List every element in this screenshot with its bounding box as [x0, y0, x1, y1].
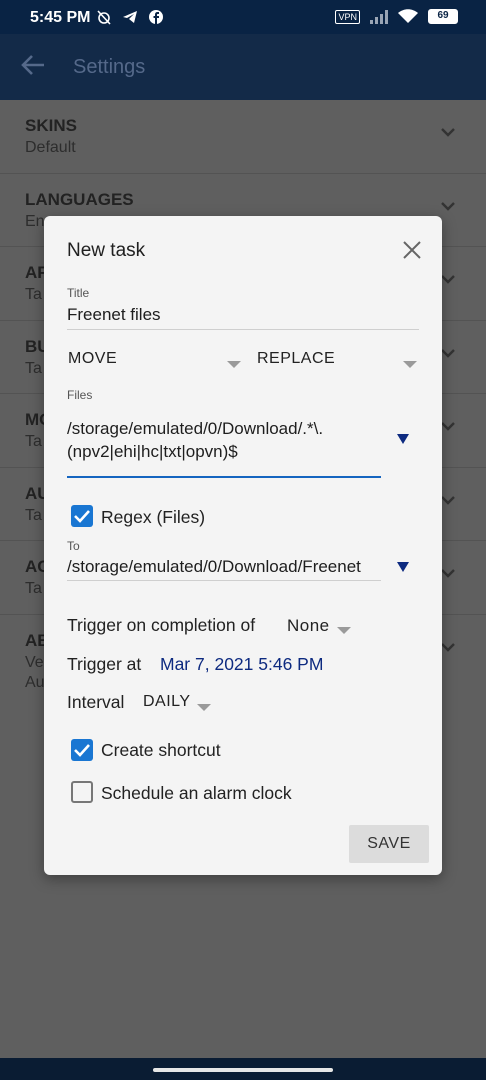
chevron-down-icon	[441, 569, 455, 578]
to-underline	[67, 580, 381, 581]
save-button[interactable]: SAVE	[349, 825, 429, 863]
trigger-completion-spinner[interactable]: None	[287, 616, 330, 636]
setting-subtitle: Default	[25, 139, 76, 156]
setting-title: LANGUAGES	[25, 189, 134, 209]
mode-dropdown-icon	[403, 361, 417, 368]
back-arrow-icon[interactable]	[18, 50, 52, 84]
chevron-down-icon	[441, 422, 455, 431]
trigger-at-label: Trigger at	[67, 654, 142, 674]
dialog-title: New task	[67, 240, 146, 261]
app-bar: Settings	[0, 34, 486, 100]
action-spinner[interactable]: MOVE	[68, 350, 117, 368]
status-left-icons	[96, 9, 164, 26]
chevron-down-icon	[441, 275, 455, 284]
status-time: 5:45 PM	[30, 9, 91, 26]
files-input-line2[interactable]: (npv2|ehi|hc|txt|opvn)$	[67, 442, 382, 462]
vpn-badge: VPN	[335, 9, 360, 24]
regex-checkbox[interactable]	[71, 505, 93, 527]
action-dropdown-icon	[227, 361, 241, 368]
navigation-bar	[0, 1058, 486, 1080]
chevron-down-icon	[441, 642, 455, 652]
setting-subtitle-2: Au	[25, 673, 45, 691]
trigger-completion-dropdown-icon	[337, 627, 351, 634]
files-field-label: Files	[67, 388, 93, 402]
mode-spinner[interactable]: REPLACE	[257, 350, 335, 368]
files-dropdown-icon[interactable]	[397, 434, 409, 444]
to-field-label: To	[67, 539, 80, 553]
signal-icon	[370, 9, 388, 24]
status-bar: 5:45 PM VPN 69	[0, 0, 486, 34]
interval-spinner[interactable]: DAILY	[143, 693, 191, 711]
home-gesture-pill[interactable]	[153, 1068, 333, 1072]
interval-dropdown-icon	[197, 704, 211, 711]
title-underline	[67, 329, 419, 330]
title-field-label: Title	[67, 286, 90, 300]
alarm-off-icon	[97, 10, 111, 25]
setting-subtitle: Ta	[25, 580, 42, 597]
to-input[interactable]: /storage/emulated/0/Download/Freenet	[67, 557, 381, 577]
app-title: Settings	[73, 56, 146, 78]
chevron-down-icon	[441, 495, 455, 505]
chevron-down-icon	[441, 128, 455, 137]
create-shortcut-label: Create shortcut	[101, 740, 221, 760]
to-dropdown-icon[interactable]	[397, 562, 409, 572]
trigger-at-date[interactable]: Mar 7, 2021 5:46 PM	[160, 654, 323, 675]
setting-subtitle: Ta	[25, 506, 42, 524]
setting-subtitle: Ta	[25, 433, 42, 450]
create-shortcut-checkbox[interactable]	[71, 739, 93, 761]
telegram-icon	[122, 11, 137, 23]
interval-label: Interval	[67, 692, 125, 712]
status-right: VPN 69	[335, 9, 458, 24]
setting-subtitle: En	[25, 212, 45, 230]
wifi-icon	[398, 9, 418, 23]
schedule-alarm-label: Schedule an alarm clock	[101, 783, 292, 803]
setting-title: SKINS	[25, 116, 77, 135]
chevron-down-icon	[441, 348, 455, 358]
chevron-down-icon	[441, 201, 455, 211]
setting-subtitle: Ve	[25, 653, 44, 671]
schedule-alarm-checkbox[interactable]	[71, 781, 93, 803]
battery-indicator: 69	[428, 9, 458, 24]
new-task-dialog: New task Title Freenet files MOVE REPLAC…	[44, 216, 442, 875]
files-underline	[67, 476, 381, 478]
setting-subtitle: Ta	[25, 359, 42, 377]
regex-label: Regex (Files)	[101, 507, 206, 527]
settings-item-skins[interactable]: SKINS Default	[0, 100, 486, 174]
trigger-completion-label: Trigger on completion of	[67, 615, 256, 635]
facebook-icon	[148, 10, 163, 24]
title-input[interactable]: Freenet files	[67, 305, 417, 325]
close-icon[interactable]	[400, 238, 424, 262]
setting-subtitle: Ta	[25, 286, 42, 303]
files-input-line1[interactable]: /storage/emulated/0/Download/.*\.	[67, 419, 382, 439]
